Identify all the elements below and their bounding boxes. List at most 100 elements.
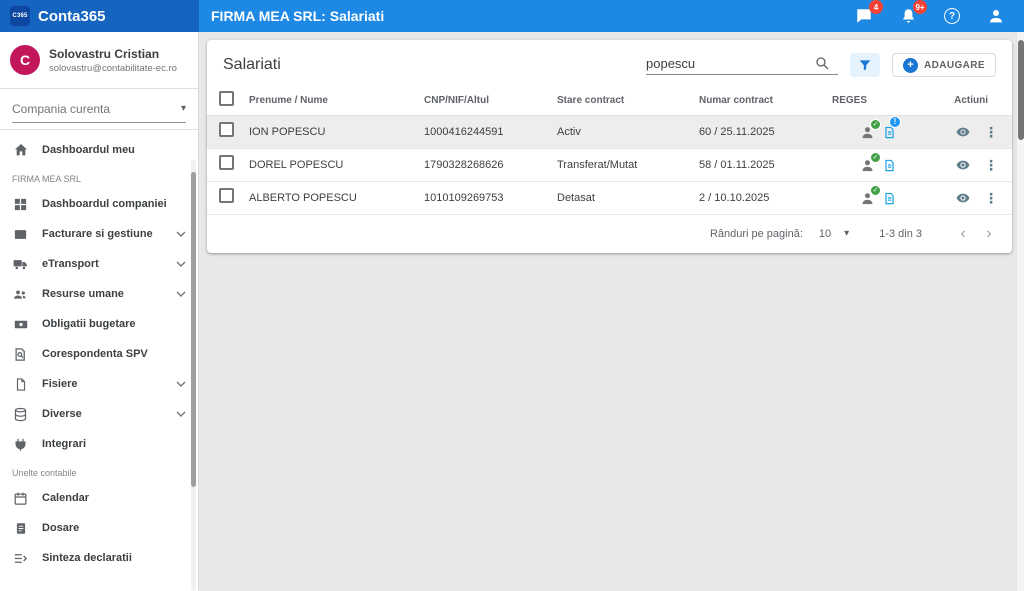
row-checkbox[interactable]: [219, 155, 234, 170]
search-icon[interactable]: [814, 55, 830, 71]
page-scrollbar[interactable]: [1016, 32, 1024, 591]
reges-check-badge: ✓: [870, 185, 881, 196]
select-all-cell: [219, 91, 249, 111]
sidebar-item-facturare[interactable]: Facturare si gestiune: [0, 219, 198, 249]
reges-alert-badge: !: [889, 116, 901, 128]
sidebar-scrollbar[interactable]: [191, 160, 196, 591]
caret-down-icon: ▾: [844, 229, 849, 239]
people-icon: [12, 286, 29, 303]
sidebar-item-label: Integrari: [42, 438, 86, 450]
reges-contract-button[interactable]: [883, 191, 896, 206]
sidebar-item-label: Dashboardul companiei: [42, 198, 167, 210]
sidebar-item-integrari[interactable]: Integrari: [0, 429, 198, 459]
sidebar-item-diverse[interactable]: Diverse: [0, 399, 198, 429]
page-scrollbar-thumb[interactable]: [1018, 40, 1024, 140]
eye-icon: [954, 158, 972, 172]
account-button[interactable]: [986, 6, 1006, 26]
contract-state: Detasat: [557, 192, 699, 204]
reges-contract-button[interactable]: [883, 158, 896, 173]
reges-person-button[interactable]: ✓: [860, 191, 875, 206]
card-title: Salariati: [223, 56, 281, 74]
search-field[interactable]: [646, 55, 838, 75]
sidebar-nav: Dashboardul meu FIRMA MEA SRL Dashboardu…: [0, 130, 198, 573]
company-select[interactable]: Compania curenta ▾: [12, 102, 186, 123]
sidebar-item-corespondenta-spv[interactable]: Corespondenta SPV: [0, 339, 198, 369]
help-button[interactable]: ?: [942, 6, 962, 26]
contract-state: Activ: [557, 126, 699, 138]
sidebar-item-dashboardul-meu[interactable]: Dashboardul meu: [0, 135, 198, 165]
main-content: Salariati + ADAUGARE P: [199, 32, 1024, 591]
rows-per-page-value: 10: [819, 228, 831, 240]
checkbox-cell: [219, 155, 249, 175]
eye-icon: [954, 191, 972, 205]
row-menu-button[interactable]: ⋮: [984, 191, 998, 205]
spv-document-search-icon: [12, 346, 29, 363]
row-checkbox[interactable]: [219, 188, 234, 203]
row-actions: ⋮: [929, 191, 1012, 205]
notifications-button[interactable]: 9+: [898, 6, 918, 26]
filter-button[interactable]: [850, 53, 880, 77]
filter-funnel-icon: [858, 58, 872, 72]
summary-list-icon: [12, 550, 29, 567]
reges-contract-button[interactable]: !: [883, 125, 896, 140]
add-button[interactable]: + ADAUGARE: [892, 53, 996, 77]
sidebar-item-dashboardul-companiei[interactable]: Dashboardul companiei: [0, 189, 198, 219]
employee-name: ALBERTO POPESCU: [249, 192, 424, 204]
clipboard-icon: [12, 520, 29, 537]
sidebar-item-label: Obligatii bugetare: [42, 318, 136, 330]
view-button[interactable]: [954, 191, 972, 205]
budget-icon: [12, 316, 29, 333]
sidebar-item-label: Sinteza declaratii: [42, 552, 132, 564]
table-row[interactable]: ION POPESCU 1000416244591 Activ 60 / 25.…: [207, 116, 1012, 149]
select-all-checkbox[interactable]: [219, 91, 234, 106]
file-icon: [12, 376, 29, 393]
user-name: Solovastru Cristian: [49, 47, 177, 61]
previous-page-button[interactable]: ‹: [950, 226, 976, 242]
rows-per-page-select[interactable]: 10 ▾: [819, 228, 849, 240]
sidebar-section-tools: Unelte contabile: [0, 459, 198, 483]
sidebar-item-label: Diverse: [42, 408, 82, 420]
topbar-actions: 4 9+ ?: [854, 0, 1024, 32]
reges-person-button[interactable]: ✓: [860, 125, 875, 140]
sidebar-item-calendar[interactable]: Calendar: [0, 483, 198, 513]
add-button-label: ADAUGARE: [924, 60, 985, 71]
brand-area[interactable]: C365 Conta365: [0, 0, 199, 32]
employee-cnp: 1790328268626: [424, 159, 557, 171]
page-title: FIRMA MEA SRL: Salariati: [211, 8, 384, 24]
sidebar-scrollbar-thumb[interactable]: [191, 172, 196, 487]
view-button[interactable]: [954, 158, 972, 172]
row-checkbox[interactable]: [219, 122, 234, 137]
user-profile[interactable]: C Solovastru Cristian solovastru@contabi…: [0, 32, 198, 89]
row-actions: ⋮: [929, 158, 1012, 172]
next-page-button[interactable]: ›: [976, 226, 1002, 242]
invoice-icon: [12, 226, 29, 243]
reges-person-button[interactable]: ✓: [860, 158, 875, 173]
truck-icon: [12, 256, 29, 273]
database-icon: [12, 406, 29, 423]
sidebar-section-company: FIRMA MEA SRL: [0, 165, 198, 189]
sidebar-item-etransport[interactable]: eTransport: [0, 249, 198, 279]
help-icon: ?: [944, 8, 960, 24]
sidebar-item-resurse-umane[interactable]: Resurse umane: [0, 279, 198, 309]
sidebar-item-sinteza-declaratii[interactable]: Sinteza declaratii: [0, 543, 198, 573]
employee-cnp: 1000416244591: [424, 126, 557, 138]
view-button[interactable]: [954, 125, 972, 139]
checkbox-cell: [219, 188, 249, 208]
chevron-down-icon: [176, 231, 186, 237]
table-row[interactable]: ALBERTO POPESCU 1010109269753 Detasat 2 …: [207, 182, 1012, 215]
row-menu-button[interactable]: ⋮: [984, 125, 998, 139]
app-window: C365 Conta365 FIRMA MEA SRL: Salariati 4…: [0, 0, 1024, 591]
sidebar-item-dosare[interactable]: Dosare: [0, 513, 198, 543]
account-icon: [987, 7, 1005, 25]
checkbox-cell: [219, 122, 249, 142]
chat-button[interactable]: 4: [854, 6, 874, 26]
notifications-badge: 9+: [913, 0, 927, 14]
sidebar-item-obligatii-bugetare[interactable]: Obligatii bugetare: [0, 309, 198, 339]
caret-down-icon: ▾: [181, 104, 186, 114]
sidebar-item-label: Resurse umane: [42, 288, 124, 300]
sidebar-item-fisiere[interactable]: Fisiere: [0, 369, 198, 399]
search-input[interactable]: [646, 56, 808, 71]
row-menu-button[interactable]: ⋮: [984, 158, 998, 172]
table-row[interactable]: DOREL POPESCU 1790328268626 Transferat/M…: [207, 149, 1012, 182]
pagination-range: 1-3 din 3: [879, 228, 922, 240]
